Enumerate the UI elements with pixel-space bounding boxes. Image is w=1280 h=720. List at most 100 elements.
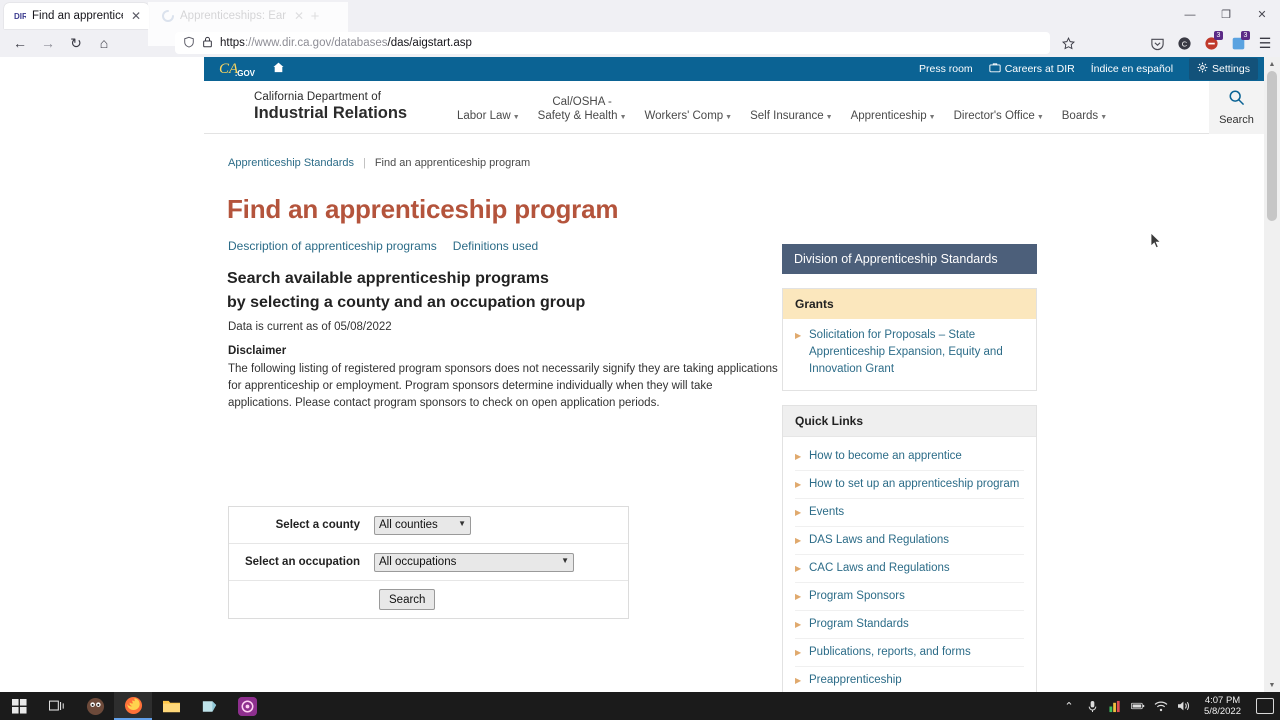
- form-row-occupation: Select an occupation All occupations ▼: [229, 544, 628, 581]
- nav-label: Labor Law: [457, 110, 511, 122]
- extension-icon[interactable]: 3: [1229, 31, 1250, 52]
- hamburger-menu-icon[interactable]: ☰: [1256, 34, 1274, 52]
- list-item[interactable]: ▶ Program Sponsors: [795, 583, 1024, 611]
- list-item[interactable]: ▶ How to set up an apprenticeship program: [795, 471, 1024, 499]
- quick-link-label: Preapprenticeship: [809, 674, 902, 686]
- breadcrumb-separator: |: [362, 157, 366, 169]
- taskbar-app-store[interactable]: [190, 692, 228, 720]
- tab-title: Find an apprenticeship progra: [32, 10, 123, 22]
- page-scrollbar[interactable]: ▲ ▼: [1264, 57, 1280, 692]
- nav-item-boards[interactable]: Boards ▼: [1053, 109, 1116, 134]
- nav-label-line1: Cal/OSHA -: [552, 96, 612, 108]
- bullet-triangle-icon: ▶: [795, 648, 802, 657]
- scrollbar-thumb[interactable]: [1267, 71, 1277, 221]
- quick-links-body: ▶ How to become an apprentice ▶ How to set…: [783, 437, 1036, 692]
- nav-label: Apprenticeship: [850, 110, 927, 122]
- maximize-icon[interactable]: ❐: [1208, 0, 1244, 29]
- quick-link-label: Program Standards: [809, 618, 909, 630]
- tab-title: Apprenticeships: Earning Whil: [180, 10, 286, 22]
- county-select[interactable]: All counties: [374, 515, 471, 535]
- address-bar[interactable]: https://www.dir.ca.gov/databases/das/aig…: [175, 32, 1050, 54]
- nav-item-workers-comp[interactable]: Workers' Comp ▼: [636, 109, 742, 134]
- site-home-icon[interactable]: [272, 61, 285, 77]
- occupation-select[interactable]: All occupations: [374, 552, 574, 572]
- close-icon[interactable]: ✕: [129, 10, 143, 22]
- task-view-button[interactable]: [38, 692, 76, 720]
- taskbar-app-file-explorer[interactable]: [152, 692, 190, 720]
- back-icon[interactable]: ←: [6, 31, 34, 55]
- list-item[interactable]: ▶ CAC Laws and Regulations: [795, 555, 1024, 583]
- new-tab-button[interactable]: +: [305, 7, 325, 27]
- county-label: Select a county: [275, 519, 360, 531]
- taskbar-app-recorder[interactable]: [228, 692, 266, 720]
- minimize-icon[interactable]: —: [1172, 0, 1208, 29]
- chevron-down-icon: ▼: [928, 114, 936, 121]
- nav-item-self-insurance[interactable]: Self Insurance ▼: [741, 109, 841, 134]
- list-item[interactable]: ▶ DAS Laws and Regulations: [795, 527, 1024, 555]
- page-sublinks: Description of apprenticeship programs D…: [228, 239, 538, 253]
- taskbar-app-gimp[interactable]: [76, 692, 114, 720]
- nav-item-directors-office[interactable]: Director's Office ▼: [945, 109, 1053, 134]
- home-icon[interactable]: ⌂: [90, 31, 118, 55]
- bullet-triangle-icon: ▶: [795, 452, 802, 461]
- close-icon[interactable]: ✕: [292, 10, 306, 22]
- browser-tab-inactive[interactable]: Apprenticeships: Earning Whil ✕: [152, 3, 312, 29]
- list-item[interactable]: ▶ Program Standards: [795, 611, 1024, 639]
- scroll-up-icon[interactable]: ▲: [1264, 57, 1280, 71]
- forward-icon[interactable]: →: [34, 31, 62, 55]
- form-row-submit: Search: [229, 581, 628, 618]
- data-current-text: Data is current as of 05/08/2022: [228, 321, 392, 333]
- list-item[interactable]: ▶ Publications, reports, and forms: [795, 639, 1024, 667]
- spanish-index-link[interactable]: Índice en español: [1091, 63, 1173, 75]
- badge-count: 3: [1214, 31, 1223, 40]
- link-description-of-programs[interactable]: Description of apprenticeship programs: [228, 239, 437, 253]
- quick-link-label: CAC Laws and Regulations: [809, 562, 950, 574]
- search-form: Select a county All counties ▼ Select an…: [228, 506, 629, 619]
- careers-link[interactable]: Careers at DIR: [989, 62, 1075, 76]
- rail-header: Division of Apprenticeship Standards: [782, 244, 1037, 274]
- list-item[interactable]: ▶ Solicitation for Proposals – State App…: [795, 325, 1024, 380]
- search-submit-button[interactable]: Search: [379, 589, 436, 610]
- settings-button[interactable]: Settings: [1189, 58, 1258, 80]
- bookmark-star-icon[interactable]: [1057, 33, 1079, 53]
- extensions-area: C 3 3 ☰: [1148, 31, 1274, 54]
- site-search-button[interactable]: Search: [1209, 81, 1264, 134]
- list-item[interactable]: ▶ How to become an apprentice: [795, 443, 1024, 471]
- clock[interactable]: 4:07 PM 5/8/2022: [1204, 695, 1241, 717]
- list-item[interactable]: ▶ Events: [795, 499, 1024, 527]
- loading-spinner-icon: [161, 10, 174, 23]
- nav-label: Self Insurance: [750, 110, 824, 122]
- link-definitions-used[interactable]: Definitions used: [453, 239, 538, 253]
- scroll-down-icon[interactable]: ▼: [1264, 678, 1280, 692]
- chevron-up-icon[interactable]: ⌃: [1062, 699, 1076, 713]
- system-tray: ⌃ 4:07 PM 5/8/2022: [1062, 692, 1280, 720]
- close-icon[interactable]: ✕: [1244, 0, 1280, 29]
- bullet-triangle-icon: ▶: [795, 536, 802, 545]
- breadcrumb-parent[interactable]: Apprenticeship Standards: [228, 157, 354, 169]
- container-icon[interactable]: C: [1175, 34, 1193, 52]
- taskbar-app-firefox[interactable]: [114, 692, 152, 720]
- browser-tab-active[interactable]: DIR Find an apprenticeship progra ✕: [4, 3, 149, 29]
- pocket-icon[interactable]: [1148, 34, 1166, 52]
- cagov-logo-icon[interactable]: CA .GOV: [218, 59, 274, 79]
- adblock-icon[interactable]: 3: [1202, 31, 1223, 52]
- wifi-icon[interactable]: [1154, 699, 1168, 713]
- list-item[interactable]: ▶ Preapprenticeship: [795, 667, 1024, 692]
- nav-label: Boards: [1061, 110, 1099, 122]
- microphone-icon[interactable]: [1085, 699, 1099, 713]
- press-room-link[interactable]: Press room: [919, 63, 973, 75]
- reload-icon[interactable]: ↻: [62, 31, 90, 55]
- chevron-down-icon: ▼: [825, 114, 833, 121]
- nav-item-apprenticeship[interactable]: Apprenticeship ▼: [842, 109, 945, 134]
- bullet-triangle-icon: ▶: [795, 331, 802, 340]
- nav-item-labor-law[interactable]: Labor Law ▼: [448, 109, 529, 134]
- battery-icon[interactable]: [1131, 699, 1145, 713]
- volume-icon[interactable]: [1177, 699, 1191, 713]
- site-brand[interactable]: California Department of Industrial Rela…: [254, 91, 407, 123]
- bullet-triangle-icon: ▶: [795, 564, 802, 573]
- bullet-triangle-icon: ▶: [795, 480, 802, 489]
- start-button[interactable]: [0, 692, 38, 720]
- nav-item-cal-osha[interactable]: Cal/OSHA - Safety & Health ▼: [529, 95, 636, 134]
- bar-chart-icon[interactable]: [1108, 699, 1122, 713]
- notification-icon[interactable]: [1256, 698, 1274, 714]
